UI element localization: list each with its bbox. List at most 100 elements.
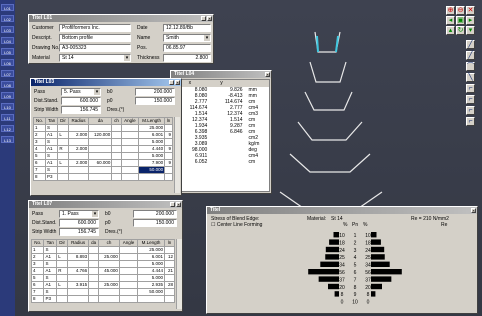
strip-field[interactable]: 156.745 [61, 106, 101, 114]
nav-item-l11[interactable]: L11 [1, 114, 14, 121]
dist-field[interactable]: 600.000 [59, 219, 99, 227]
table-cell[interactable]: 5.000 [136, 274, 165, 282]
table-cell[interactable] [120, 159, 140, 167]
table-cell[interactable]: L [57, 131, 69, 139]
b0-field[interactable]: 200.000 [135, 88, 175, 96]
table-cell[interactable]: 25.000 [136, 246, 165, 254]
table-cell[interactable] [136, 295, 165, 303]
table-cell[interactable]: 2 [33, 131, 46, 139]
table-cell[interactable] [88, 145, 113, 153]
table-cell[interactable] [118, 274, 138, 282]
table-cell[interactable] [67, 138, 90, 146]
column-header[interactable]: Dir [56, 239, 69, 247]
table-cell[interactable] [118, 246, 138, 254]
material-select[interactable]: St 14 [59, 54, 131, 62]
line-tool-icon[interactable]: ╱ [466, 40, 475, 49]
b0-field[interactable]: 200.000 [133, 210, 177, 218]
column-header[interactable]: M.Length [138, 117, 166, 125]
table-cell[interactable]: 60.000 [88, 159, 113, 167]
table-cell[interactable]: 3 [30, 260, 45, 268]
table-row[interactable]: 3 S 5.000 [33, 138, 173, 146]
table-cell[interactable]: 5.000 [136, 260, 165, 268]
table-cell[interactable]: 3 [33, 138, 46, 146]
table-cell[interactable]: 7 [33, 166, 46, 174]
bracket-tool-icon[interactable]: ⌐ [466, 117, 475, 126]
table-cell[interactable]: 5.000 [138, 152, 166, 160]
table-row[interactable]: 1 S 25.000 [33, 124, 173, 132]
minimize-icon[interactable]: _ [170, 202, 175, 207]
table-cell[interactable]: S [43, 288, 58, 296]
move-down-icon[interactable]: ▾ [466, 26, 475, 35]
fit-icon[interactable]: ▣ [456, 16, 465, 25]
table-cell[interactable] [118, 288, 138, 296]
table-row[interactable]: 8 P3 [30, 295, 176, 303]
table-cell[interactable]: 6 [30, 281, 45, 289]
table-cell[interactable]: 5 [33, 152, 46, 160]
table-cell[interactable]: 9 [164, 145, 173, 153]
table-cell[interactable]: 6.001 [138, 131, 166, 139]
table-cell[interactable] [111, 152, 122, 160]
table-cell[interactable] [56, 288, 69, 296]
table-cell[interactable] [111, 138, 122, 146]
table-cell[interactable] [163, 288, 176, 296]
table-cell[interactable] [88, 288, 100, 296]
table-cell[interactable] [67, 260, 90, 268]
table-row[interactable]: 3 S 5.000 [30, 260, 176, 268]
table-cell[interactable] [88, 138, 113, 146]
table-cell[interactable]: L [57, 159, 69, 167]
table-cell[interactable] [88, 124, 113, 132]
table-cell[interactable]: P3 [44, 173, 59, 181]
table-cell[interactable]: S [44, 166, 59, 174]
table-cell[interactable]: 25.000 [98, 253, 120, 261]
table-cell[interactable]: 4.766 [67, 267, 90, 275]
drawing-field[interactable]: A3-005323 [59, 44, 131, 52]
customer-field[interactable]: Profilformers Inc. [59, 24, 131, 32]
date-field[interactable]: 12.12.89/Bb [163, 24, 211, 32]
table-cell[interactable] [98, 246, 120, 254]
table-cell[interactable] [67, 124, 90, 132]
table-cell[interactable] [111, 166, 122, 174]
column-header[interactable]: ln [164, 117, 173, 125]
table-row[interactable]: 8 P3 [33, 173, 173, 181]
table-cell[interactable] [56, 295, 69, 303]
table-cell[interactable] [98, 295, 120, 303]
table-row[interactable]: 2 A1 L 8.893 25.000 6.001 12 [30, 253, 176, 261]
table-cell[interactable]: 2 [30, 253, 45, 261]
table-cell[interactable] [118, 267, 138, 275]
table-cell[interactable]: 50.000 [136, 288, 165, 296]
p0-field[interactable]: 150.000 [135, 97, 175, 105]
table-cell[interactable] [57, 138, 69, 146]
table-cell[interactable]: 21 [163, 267, 176, 275]
table-cell[interactable]: S [43, 274, 58, 282]
strip-field[interactable]: 156.745 [59, 228, 99, 236]
bracket-tool-icon[interactable]: ⌐ [466, 84, 475, 93]
name-select[interactable]: Smith [163, 34, 211, 42]
table-cell[interactable] [67, 173, 90, 181]
table-cell[interactable]: 2.935 [136, 281, 165, 289]
table-cell[interactable] [88, 260, 100, 268]
table-cell[interactable] [118, 281, 138, 289]
nav-item-l10[interactable]: L10 [1, 103, 14, 110]
column-header[interactable]: Radius [67, 117, 90, 125]
table-cell[interactable] [164, 152, 173, 160]
column-header[interactable]: Dir [57, 117, 69, 125]
column-header[interactable]: No. [33, 117, 46, 125]
pass-select[interactable]: 1. Pass [59, 210, 99, 218]
table-cell[interactable] [57, 152, 69, 160]
table-cell[interactable] [98, 288, 120, 296]
zoom-out-icon[interactable]: ⊖ [456, 6, 465, 15]
table-cell[interactable] [56, 260, 69, 268]
table-cell[interactable] [164, 166, 173, 174]
table-cell[interactable]: 45.000 [98, 267, 120, 275]
table-cell[interactable]: L [56, 281, 69, 289]
table-row[interactable]: 1 S 25.000 [30, 246, 176, 254]
table-cell[interactable]: 2.000 [67, 145, 90, 153]
close-icon[interactable]: × [175, 80, 180, 85]
table-cell[interactable]: S [43, 246, 58, 254]
table-cell[interactable] [163, 260, 176, 268]
nav-item-l04[interactable]: L04 [1, 37, 14, 44]
column-header[interactable]: da [88, 239, 100, 247]
table-cell[interactable]: R [57, 145, 69, 153]
thickness-field[interactable]: 2.800 [163, 54, 211, 62]
rotate-icon[interactable]: ↻ [456, 26, 465, 35]
